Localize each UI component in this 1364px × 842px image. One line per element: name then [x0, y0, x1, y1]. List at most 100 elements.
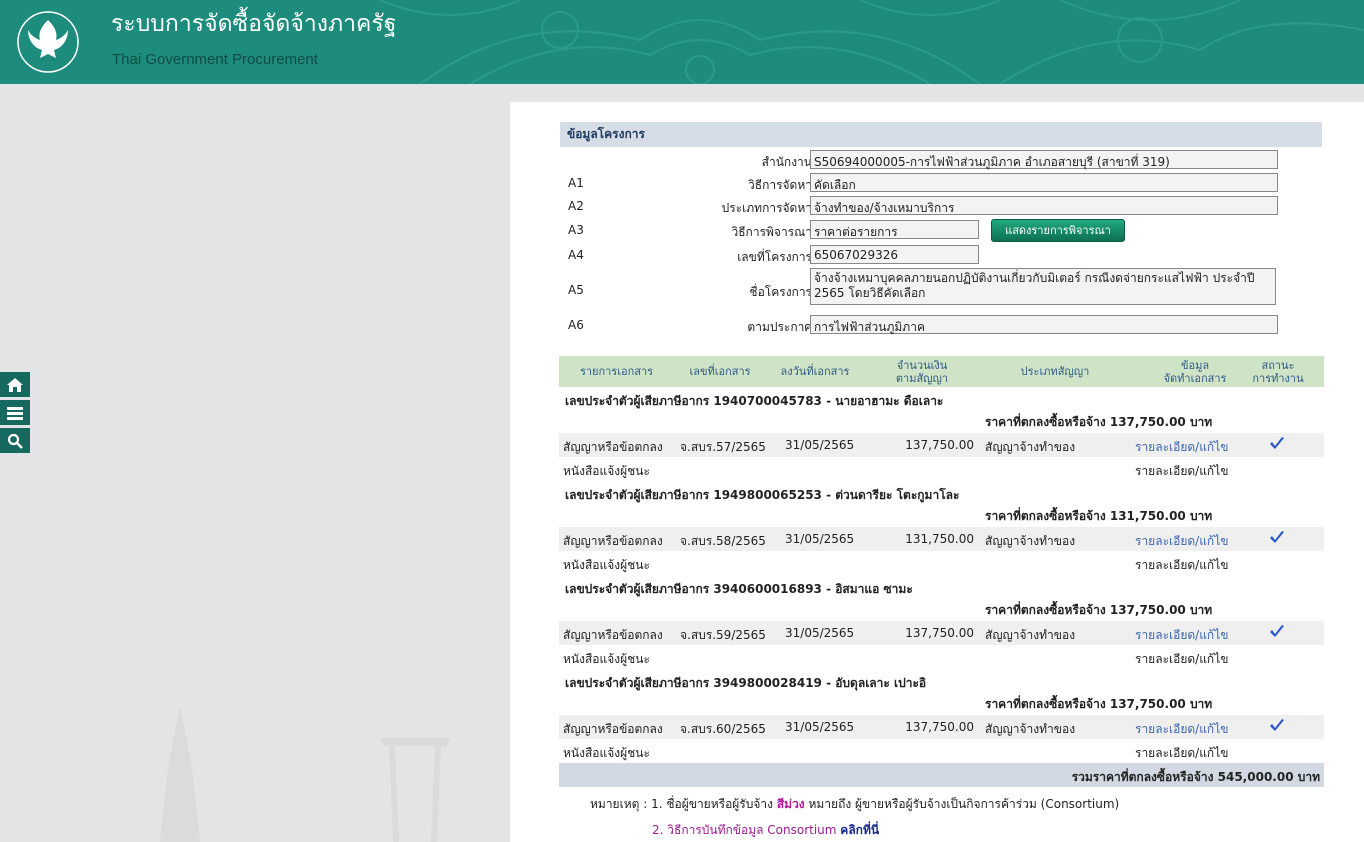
- table-row: หนังสือแจ้งผู้ชนะ รายละเอียด/แก้ไข: [559, 739, 1324, 763]
- table-row: สัญญาหรือข้อตกลง จ.สบร.58/2565 31/05/256…: [559, 527, 1324, 551]
- field-label: สำนักงาน: [761, 155, 812, 169]
- home-icon: [7, 377, 23, 392]
- doc-type: สัญญาหรือข้อตกลง: [563, 440, 663, 454]
- field-label: เลขที่โครงการ: [737, 250, 812, 264]
- total-price: รวมราคาที่ตกลงซื้อหรือจ้าง 545,000.00 บา…: [1071, 770, 1320, 784]
- consider-value: ราคาต่อรายการ: [810, 220, 979, 239]
- vendor-row: เลขประจำตัวผู้เสียภาษีอากร 3940600016893…: [559, 575, 1324, 599]
- doc-type: หนังสือแจ้งผู้ชนะ: [563, 652, 650, 666]
- status-check-icon[interactable]: [1269, 531, 1285, 548]
- remarks-label: หมายเหตุ :: [590, 797, 648, 811]
- search-icon: [7, 433, 23, 449]
- site-title: ระบบการจัดซื้อจัดจ้างภาครัฐ: [111, 11, 397, 37]
- field-label: ประเภทการจัดหา: [721, 201, 812, 215]
- field-label: ตามประกาศ: [747, 320, 812, 334]
- detail-edit-link[interactable]: รายละเอียด/แก้ไข: [1135, 650, 1228, 669]
- contract-amount: 137,750.00: [905, 626, 974, 640]
- remark-1-prefix: 1. ชื่อผู้ขายหรือผู้รับจ้าง: [651, 797, 773, 811]
- contract-amount: 131,750.00: [905, 532, 974, 546]
- field-code: A6: [568, 318, 584, 332]
- table-row: หนังสือแจ้งผู้ชนะ รายละเอียด/แก้ไข: [559, 551, 1324, 575]
- contract-amount: 137,750.00: [905, 720, 974, 734]
- detail-edit-link[interactable]: รายละเอียด/แก้ไข: [1135, 438, 1228, 457]
- contract-type: สัญญาจ้างทำของ: [985, 440, 1076, 454]
- detail-edit-link[interactable]: รายละเอียด/แก้ไข: [1135, 462, 1228, 481]
- contract-type: สัญญาจ้างทำของ: [985, 628, 1076, 642]
- doc-type: หนังสือแจ้งผู้ชนะ: [563, 746, 650, 760]
- menu-button[interactable]: [0, 400, 30, 425]
- detail-edit-link[interactable]: รายละเอียด/แก้ไข: [1135, 744, 1228, 763]
- status-check-icon[interactable]: [1269, 437, 1285, 454]
- table-row: สัญญาหรือข้อตกลง จ.สบร.60/2565 31/05/256…: [559, 715, 1324, 739]
- contract-type: สัญญาจ้างทำของ: [985, 722, 1076, 736]
- doc-number: จ.สบร.57/2565: [680, 440, 766, 454]
- detail-edit-link[interactable]: รายละเอียด/แก้ไข: [1135, 532, 1228, 551]
- remark-1-color-word: สีม่วง: [776, 797, 805, 811]
- doc-number: จ.สบร.58/2565: [680, 534, 766, 548]
- show-consideration-button[interactable]: แสดงรายการพิจารณา: [991, 219, 1125, 242]
- type-value: จ้างทำของ/จ้างเหมาบริการ: [810, 196, 1278, 215]
- col-header: ลงวันที่เอกสาร: [780, 365, 850, 378]
- search-button[interactable]: [0, 428, 30, 453]
- table-row: หนังสือแจ้งผู้ชนะ รายละเอียด/แก้ไข: [559, 457, 1324, 481]
- detail-edit-link[interactable]: รายละเอียด/แก้ไข: [1135, 720, 1228, 739]
- doc-number: จ.สบร.60/2565: [680, 722, 766, 736]
- office-value: S50694000005-การไฟฟ้าส่วนภูมิภาค อำเภอสา…: [810, 150, 1278, 169]
- doc-type: สัญญาหรือข้อตกลง: [563, 534, 663, 548]
- contract-amount: 137,750.00: [905, 438, 974, 452]
- doc-date: 31/05/2565: [785, 626, 855, 640]
- doc-date: 31/05/2565: [785, 438, 855, 452]
- project-name-textarea[interactable]: จ้างจ้างเหมาบุคคลภายนอกปฏิบัติงานเกี่ยวก…: [810, 268, 1276, 305]
- col-header: ประเภทสัญญา: [1020, 365, 1090, 378]
- side-toolbar: [0, 372, 30, 456]
- field-code: A4: [568, 248, 584, 262]
- doc-type: หนังสือแจ้งผู้ชนะ: [563, 464, 650, 478]
- agreed-price: ราคาที่ตกลงซื้อหรือจ้าง 137,750.00 บาท: [985, 697, 1213, 711]
- department-logo: [17, 11, 79, 73]
- col-header: สถานะ การทำงาน: [1252, 359, 1304, 385]
- remark-2-text: วิธีการบันทึกข้อมูล Consortium: [667, 823, 837, 837]
- agreed-price: ราคาที่ตกลงซื้อหรือจ้าง 137,750.00 บาท: [985, 603, 1213, 617]
- remark-2-prefix: 2.: [652, 823, 664, 837]
- doc-number: จ.สบร.59/2565: [680, 628, 766, 642]
- table-header: รายการเอกสาร เลขที่เอกสาร ลงวันที่เอกสาร…: [559, 356, 1324, 387]
- agreed-price: ราคาที่ตกลงซื้อหรือจ้าง 137,750.00 บาท: [985, 415, 1213, 429]
- agreed-price-row: ราคาที่ตกลงซื้อหรือจ้าง 137,750.00 บาท: [559, 599, 1324, 621]
- vendor-name: เลขประจำตัวผู้เสียภาษีอากร 3949800028419…: [565, 676, 927, 690]
- detail-edit-link[interactable]: รายละเอียด/แก้ไข: [1135, 556, 1228, 575]
- vendor-groups: เลขประจำตัวผู้เสียภาษีอากร 1940700045783…: [559, 387, 1324, 763]
- field-label: วิธีการจัดหา: [748, 178, 812, 192]
- vendor-name: เลขประจำตัวผู้เสียภาษีอากร 1940700045783…: [565, 394, 944, 408]
- status-check-icon[interactable]: [1269, 625, 1285, 642]
- vendor-row: เลขประจำตัวผู้เสียภาษีอากร 3949800028419…: [559, 669, 1324, 693]
- home-button[interactable]: [0, 372, 30, 397]
- consortium-click-here-link[interactable]: คลิกที่นี่: [840, 823, 879, 837]
- agreed-price: ราคาที่ตกลงซื้อหรือจ้าง 131,750.00 บาท: [985, 509, 1213, 523]
- col-header: เลขที่เอกสาร: [689, 365, 751, 378]
- col-header: จำนวนเงิน ตามสัญญา: [895, 359, 949, 385]
- agreed-price-row: ราคาที่ตกลงซื้อหรือจ้าง 137,750.00 บาท: [559, 411, 1324, 433]
- doc-type: สัญญาหรือข้อตกลง: [563, 722, 663, 736]
- site-subtitle: Thai Government Procurement: [112, 51, 318, 68]
- documents-table: รายการเอกสาร เลขที่เอกสาร ลงวันที่เอกสาร…: [559, 356, 1324, 787]
- table-row: สัญญาหรือข้อตกลง จ.สบร.59/2565 31/05/256…: [559, 621, 1324, 645]
- vendor-row: เลขประจำตัวผู้เสียภาษีอากร 1940700045783…: [559, 387, 1324, 411]
- temple-silhouette: [160, 707, 200, 842]
- field-label: วิธีการพิจารณา: [731, 225, 812, 239]
- vendor-name: เลขประจำตัวผู้เสียภาษีอากร 3940600016893…: [565, 582, 913, 596]
- agreed-price-row: ราคาที่ตกลงซื้อหรือจ้าง 137,750.00 บาท: [559, 693, 1324, 715]
- field-code: A3: [568, 223, 584, 237]
- doc-type: หนังสือแจ้งผู้ชนะ: [563, 558, 650, 572]
- vendor-name: เลขประจำตัวผู้เสียภาษีอากร 1949800065253…: [565, 488, 960, 502]
- method-value: คัดเลือก: [810, 173, 1278, 192]
- project-panel: ข้อมูลโครงการ สำนักงาน S50694000005-การไ…: [510, 102, 1364, 842]
- swing-silhouette: [380, 738, 450, 842]
- project-number-value: 65067029326: [810, 245, 979, 264]
- status-check-icon[interactable]: [1269, 719, 1285, 736]
- vendor-row: เลขประจำตัวผู้เสียภาษีอากร 1949800065253…: [559, 481, 1324, 505]
- detail-edit-link[interactable]: รายละเอียด/แก้ไข: [1135, 626, 1228, 645]
- doc-date: 31/05/2565: [785, 720, 855, 734]
- section-title-project: ข้อมูลโครงการ: [560, 122, 1322, 147]
- announce-value: การไฟฟ้าส่วนภูมิภาค: [810, 315, 1278, 334]
- menu-icon: [7, 406, 23, 420]
